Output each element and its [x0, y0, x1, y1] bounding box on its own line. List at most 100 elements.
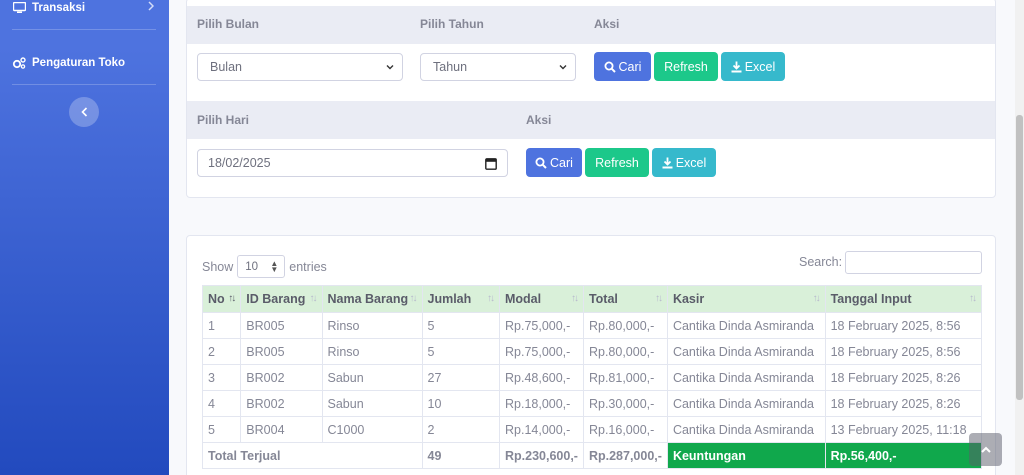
column-header-total[interactable]: Total ↑↓: [582, 285, 668, 313]
day-refresh-button[interactable]: Refresh: [585, 148, 649, 177]
sort-icon: ↑↓: [654, 293, 663, 304]
table-cell: 18 February 2025, 8:56: [824, 338, 983, 365]
table-row: 5 BR004 C1000 2 Rp.14,000,- Rp.16,000,- Cantik…: [201, 416, 983, 443]
filter-month-header: Pilih Bulan Pilih Tahun Aksi: [187, 6, 995, 44]
search-icon: [535, 157, 547, 169]
sort-icon: ↑↓: [487, 293, 495, 304]
search-input[interactable]: [845, 251, 982, 274]
button-label: Excel: [744, 59, 776, 74]
action-label: Aksi: [594, 17, 620, 31]
day-label: Pilih Hari: [197, 113, 250, 127]
month-label: Pilih Bulan: [197, 17, 260, 31]
table-cell: BR005: [240, 338, 323, 365]
table-cell: 18 February 2025, 8:56: [824, 312, 983, 339]
month-excel-button[interactable]: Excel: [721, 52, 785, 81]
entries-select[interactable]: 10 ▲ ▼: [237, 255, 286, 278]
sidebar-item-label: Pengaturan Toko: [32, 57, 126, 69]
download-icon: [731, 61, 742, 72]
entries-label: entries: [289, 259, 327, 274]
table-cell: 3: [201, 364, 242, 391]
show-label: Show: [202, 259, 234, 274]
scroll-to-top-button[interactable]: [969, 433, 1002, 466]
total-amount: Rp.287,000,-: [582, 442, 668, 469]
sort-icon: ↑↓: [570, 293, 579, 304]
column-label: No: [208, 292, 225, 306]
year-label: Pilih Tahun: [420, 17, 484, 31]
profit-label: Keuntungan: [666, 442, 826, 469]
transactions-card: Show 10 ▲ ▼ entries Search: No ↑↓ ID Baran…: [186, 235, 996, 475]
table-cell: 27: [421, 364, 500, 391]
column-header-kasir[interactable]: Kasir ↑↓: [666, 285, 826, 313]
year-select[interactable]: Tahun: [420, 53, 576, 81]
download-icon: [662, 157, 673, 168]
sidebar-item-pengaturan-toko[interactable]: Pengaturan Toko: [0, 48, 169, 78]
table-cell: 5: [421, 338, 500, 365]
date-input-value: 18/02/2025: [208, 156, 271, 170]
column-header-modal[interactable]: Modal ↑↓: [499, 285, 584, 313]
table-cell: 18 February 2025, 8:26: [824, 364, 983, 391]
table-cell: Rp.75,000,-: [499, 312, 584, 339]
chevron-left-icon: [80, 107, 87, 117]
button-label: Refresh: [664, 59, 708, 74]
month-select-value: Bulan: [210, 60, 242, 74]
entries-select-value: 10: [245, 260, 259, 273]
calendar-icon: [485, 158, 497, 170]
sidebar-divider: [12, 84, 156, 85]
date-input[interactable]: 18/02/2025: [197, 149, 508, 177]
table-row: 4 BR002 Sabun 10 Rp.18,000,- Rp.30,000,- Canti…: [201, 390, 983, 417]
table-cell: 13 February 2025, 11:18: [824, 416, 983, 443]
table-cell: BR005: [240, 312, 323, 339]
button-label: Refresh: [595, 155, 639, 170]
column-label: Jumlah: [427, 292, 472, 306]
button-label: Excel: [675, 155, 707, 170]
button-label: Cari: [550, 155, 573, 170]
table-cell: Cantika Dinda Asmiranda: [666, 390, 826, 417]
sidebar-toggle-button[interactable]: [69, 97, 99, 127]
table-header-row: No ↑↓ ID Barang ↑↓ Nama Barang ↑↓ Jumlah ↑↓ …: [201, 285, 983, 313]
column-label: Tanggal Input: [830, 292, 912, 306]
scrollbar-thumb[interactable]: [1016, 115, 1023, 400]
month-select[interactable]: Bulan: [197, 53, 403, 81]
column-header-nama-barang[interactable]: Nama Barang ↑↓: [321, 285, 423, 313]
search-label: Search:: [799, 255, 843, 269]
sidebar: Transaksi Pengaturan Toko: [0, 0, 169, 475]
chevron-right-icon: [148, 1, 155, 14]
month-refresh-button[interactable]: Refresh: [654, 52, 718, 81]
chevron-down-icon: [386, 65, 394, 70]
day-search-button[interactable]: Cari: [526, 148, 582, 177]
column-header-tanggal-input[interactable]: Tanggal Input ↑↓: [824, 285, 983, 313]
search-icon: [604, 61, 616, 73]
total-modal: Rp.230,600,-: [499, 442, 584, 469]
column-label: Total: [588, 292, 618, 306]
profit-value: Rp.56,400,-: [824, 442, 983, 469]
column-header-no[interactable]: No ↑↓: [201, 285, 242, 313]
column-header-jumlah[interactable]: Jumlah ↑↓: [421, 285, 500, 313]
table-cell: Rp.48,600,-: [499, 364, 584, 391]
action-label: Aksi: [526, 113, 552, 127]
table-cell: Cantika Dinda Asmiranda: [666, 364, 826, 391]
table-cell: Rp.16,000,-: [582, 416, 668, 443]
table-cell: 2: [201, 338, 242, 365]
day-excel-button[interactable]: Excel: [652, 148, 716, 177]
table-cell: Rp.75,000,-: [499, 338, 584, 365]
column-label: ID Barang: [246, 292, 306, 306]
table-cell: Sabun: [321, 390, 423, 417]
button-label: Cari: [618, 59, 642, 74]
page-scrollbar[interactable]: [1015, 0, 1024, 475]
column-header-id-barang[interactable]: ID Barang ↑↓: [240, 285, 323, 313]
chevron-up-icon: [980, 446, 991, 453]
sidebar-divider: [12, 29, 156, 30]
transactions-table: No ↑↓ ID Barang ↑↓ Nama Barang ↑↓ Jumlah ↑↓ …: [201, 285, 983, 469]
table-row: 2 BR005 Rinso 5 Rp.75,000,- Rp.80,000,- Cantik…: [201, 338, 983, 365]
table-cell: 2: [421, 416, 500, 443]
sidebar-item-transaksi[interactable]: Transaksi: [0, 0, 169, 23]
sort-icon: ↑↓: [409, 293, 418, 304]
table-cell: Rinso: [321, 338, 423, 365]
table-cell: 18 February 2025, 8:26: [824, 390, 983, 417]
table-cell: C1000: [321, 416, 423, 443]
month-search-button[interactable]: Cari: [594, 52, 651, 81]
sort-icon: ↑↓: [812, 293, 821, 304]
table-cell: Cantika Dinda Asmiranda: [666, 338, 826, 365]
table-cell: BR002: [240, 364, 323, 391]
total-jumlah: 49: [421, 442, 500, 469]
